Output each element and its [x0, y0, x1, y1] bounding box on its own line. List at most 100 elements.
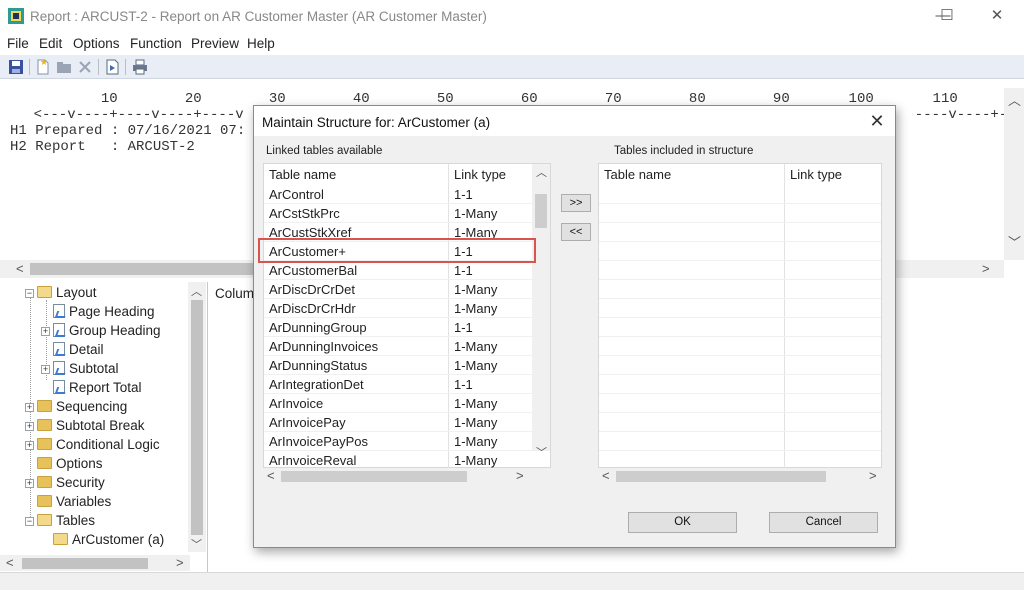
preview-icon[interactable] [103, 58, 121, 76]
tree-item[interactable]: + Sequencing [25, 399, 127, 418]
highlight-annotation [258, 238, 536, 263]
delete-icon[interactable] [76, 58, 94, 76]
scroll-left-icon[interactable]: < [16, 262, 24, 275]
table-row[interactable]: ArCstStkPrc 1-Many [264, 204, 532, 223]
cell-link-type: 1-Many [454, 339, 498, 354]
folder-icon [37, 419, 52, 431]
scroll-left-icon[interactable]: < [602, 469, 610, 482]
folder-icon[interactable] [55, 58, 73, 76]
scroll-down-icon[interactable]: ﹀ [191, 540, 202, 551]
column-header-link-type[interactable]: Link type [454, 167, 506, 182]
scroll-up-icon[interactable]: ︿ [536, 168, 547, 179]
tree-expander-icon[interactable]: − [25, 289, 34, 298]
tree-expander-icon[interactable]: + [41, 327, 50, 336]
empty-row [599, 356, 881, 375]
tree-item[interactable]: + Conditional Logic [25, 437, 160, 456]
add-table-button[interactable]: >> [561, 194, 591, 212]
column-header-table-name[interactable]: Table name [269, 167, 336, 182]
cell-link-type: 1-Many [454, 396, 498, 411]
cancel-button[interactable]: Cancel [769, 512, 878, 533]
scrollbar-thumb[interactable] [22, 558, 148, 569]
menu-options[interactable]: Options [73, 36, 120, 51]
scroll-down-icon[interactable]: ﹀ [536, 448, 547, 459]
table-row[interactable]: ArDunningGroup 1-1 [264, 318, 532, 337]
print-icon[interactable] [131, 58, 149, 76]
menu-function[interactable]: Function [130, 36, 182, 51]
tree-expander-icon[interactable]: + [41, 365, 50, 374]
scroll-right-icon[interactable]: > [982, 262, 990, 275]
tree-expander-icon[interactable]: + [25, 403, 34, 412]
tree-item[interactable]: Variables [25, 494, 111, 513]
tree-expander-icon[interactable]: + [25, 441, 34, 450]
menu-file[interactable]: File [7, 36, 29, 51]
cell-link-type: 1-Many [454, 415, 498, 430]
scroll-down-icon[interactable]: ﹀ [1008, 236, 1021, 249]
tree-item-label: Tables [56, 513, 96, 528]
column-header-link-type[interactable]: Link type [790, 167, 842, 182]
tree-item[interactable]: Page Heading [41, 304, 155, 323]
ok-button[interactable]: OK [628, 512, 737, 533]
ruler-marks: <---v----+----v----+----v [0, 107, 244, 123]
scroll-left-icon[interactable]: < [6, 556, 14, 569]
scrollbar-thumb[interactable] [281, 471, 467, 482]
scroll-right-icon[interactable]: > [176, 556, 184, 569]
table-row[interactable]: ArInvoicePayPos 1-Many [264, 432, 532, 451]
table-row[interactable]: ArInvoicePay 1-Many [264, 413, 532, 432]
scroll-left-icon[interactable]: < [267, 469, 275, 482]
tree-expander-icon[interactable]: + [25, 422, 34, 431]
scrollbar-thumb[interactable] [616, 471, 826, 482]
cell-table-name: ArDiscDrCrDet [269, 282, 355, 297]
scrollbar-thumb[interactable] [535, 194, 547, 228]
tree-item-label: Report Total [69, 380, 142, 395]
folder-icon [37, 457, 52, 469]
grid-header: Table name Link type [264, 164, 550, 185]
report-heading-line-1: H1 Prepared : 07/16/2021 07: [10, 123, 246, 139]
tree-item[interactable]: − Layout [25, 285, 97, 304]
tree-item[interactable]: + Subtotal [41, 361, 119, 380]
tree-item[interactable]: + Group Heading [41, 323, 161, 342]
scrollbar-thumb[interactable] [191, 300, 203, 535]
folder-icon [37, 476, 52, 488]
menu-edit[interactable]: Edit [39, 36, 62, 51]
tree-item[interactable]: Options [25, 456, 103, 475]
dialog-close-button[interactable]: ✕ [867, 111, 887, 132]
column-header-table-name[interactable]: Table name [604, 167, 671, 182]
table-row[interactable]: ArControl 1-1 [264, 185, 532, 204]
table-row[interactable]: ArDiscDrCrHdr 1-Many [264, 299, 532, 318]
tree-expander-icon[interactable]: − [25, 517, 34, 526]
save-icon[interactable] [7, 58, 25, 76]
tree-item[interactable]: ArCustomer (a) [41, 532, 164, 551]
tree-item[interactable]: Detail [41, 342, 104, 361]
menu-help[interactable]: Help [247, 36, 275, 51]
scroll-up-icon[interactable]: ︿ [1008, 94, 1021, 107]
cell-table-name: ArDunningGroup [269, 320, 367, 335]
cell-table-name: ArInvoicePay [269, 415, 346, 430]
remove-table-button[interactable]: << [561, 223, 591, 241]
new-icon[interactable] [34, 58, 52, 76]
tree-expander-icon[interactable]: + [25, 479, 34, 488]
tree-item[interactable]: Report Total [41, 380, 142, 399]
menu-preview[interactable]: Preview [191, 36, 239, 51]
empty-row [599, 261, 881, 280]
scroll-right-icon[interactable]: > [869, 469, 877, 482]
table-row[interactable]: ArIntegrationDet 1-1 [264, 375, 532, 394]
cell-link-type: 1-Many [454, 301, 498, 316]
table-row[interactable]: ArCustomerBal 1-1 [264, 261, 532, 280]
maximize-button[interactable]: ☐ [924, 0, 970, 32]
scrollbar-thumb[interactable] [30, 263, 260, 275]
report-heading-line-2: H2 Report : ARCUST-2 [10, 139, 195, 155]
tree-item[interactable]: − Tables [25, 513, 95, 532]
table-row[interactable]: ArDunningStatus 1-Many [264, 356, 532, 375]
table-row[interactable]: ArDunningInvoices 1-Many [264, 337, 532, 356]
scroll-right-icon[interactable]: > [516, 469, 524, 482]
table-row[interactable]: ArInvoice 1-Many [264, 394, 532, 413]
table-row[interactable]: ArDiscDrCrDet 1-Many [264, 280, 532, 299]
menu-bar: File Edit Options Function Preview Help [0, 33, 1024, 55]
cell-table-name: ArControl [269, 187, 324, 202]
tree-item[interactable]: + Security [25, 475, 105, 494]
tree-item[interactable]: + Subtotal Break [25, 418, 145, 437]
scroll-up-icon[interactable]: ︿ [191, 287, 202, 298]
close-window-button[interactable]: ✕ [974, 0, 1020, 32]
preview-vertical-scrollbar[interactable]: ︿ ﹀ [1004, 88, 1024, 260]
empty-row [599, 413, 881, 432]
